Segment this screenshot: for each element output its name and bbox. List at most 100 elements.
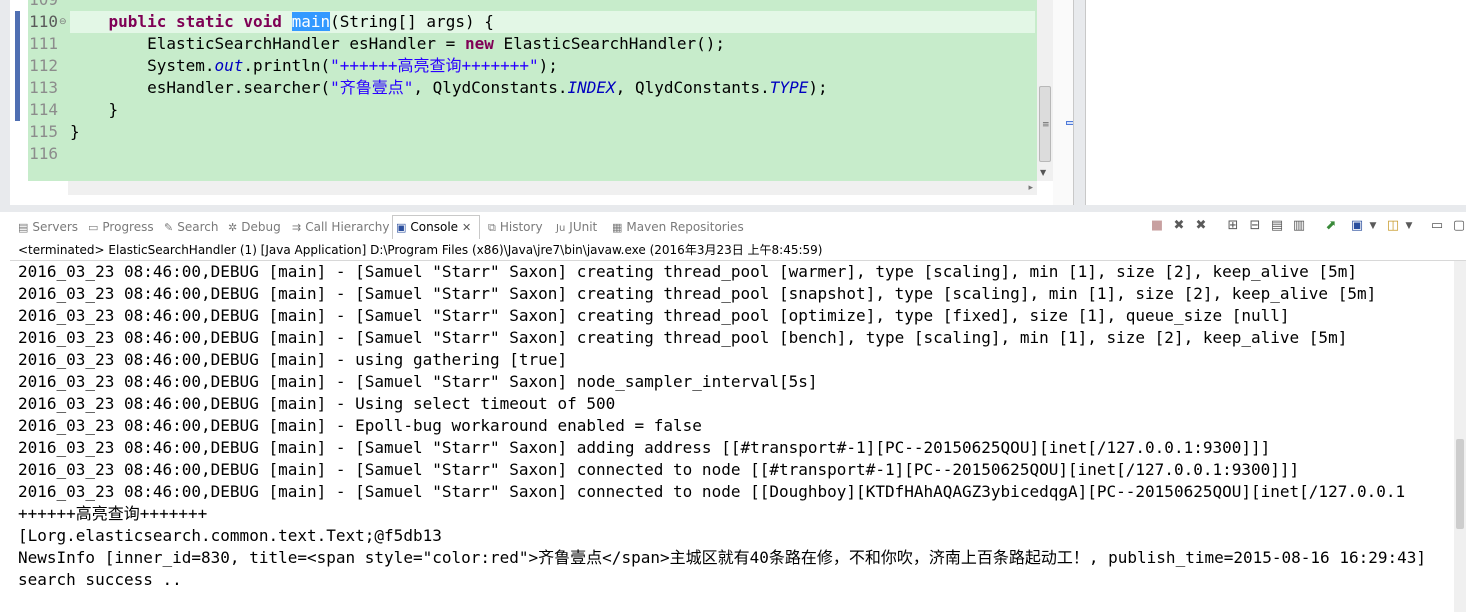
code-text: , QlydConstants.	[615, 78, 770, 97]
tab-label: Console	[410, 220, 459, 234]
tab-debug[interactable]: ✲ Debug	[228, 218, 281, 236]
show-stdout-icon[interactable]: ▤	[1268, 217, 1286, 235]
remove-all-icon[interactable]: ✖	[1192, 217, 1210, 235]
tab-label: JUnit	[569, 220, 598, 234]
code-text: System.	[70, 56, 215, 75]
tab-history[interactable]: ⧉ History	[488, 218, 543, 236]
bottom-view-tabs: ▤ Servers ▭ Progress ✎ Search ✲ Debug ⇉ Call …	[10, 214, 1466, 240]
console-line: 2016_03_23 08:46:00,DEBUG [main] - [Samu…	[18, 284, 1377, 303]
java-editor[interactable]: 109 110 ⊖ 111 112 113 114 115 116 public…	[10, 0, 1074, 205]
console-line: 2016_03_23 08:46:00,DEBUG [main] - [Samu…	[18, 372, 818, 391]
console-output[interactable]: 2016_03_23 08:46:00,DEBUG [main] - [Samu…	[10, 260, 1466, 612]
code-string: "齐鲁壹点"	[330, 78, 414, 97]
code-line: ElasticSearchHandler esHandler = new Ela…	[70, 33, 725, 55]
grip-icon: ≡	[1042, 120, 1050, 130]
code-line: }	[70, 100, 119, 119]
progress-icon: ▭	[88, 221, 99, 234]
console-line: 2016_03_23 08:46:00,DEBUG [main] - [Samu…	[18, 306, 1290, 325]
line-number: 116	[29, 144, 58, 163]
fold-collapse-icon[interactable]: ⊖	[59, 17, 67, 27]
scrollbar-thumb[interactable]	[1456, 439, 1464, 529]
code-keyword: new	[464, 34, 494, 53]
remove-launch-icon[interactable]: ✖	[1170, 217, 1188, 235]
debug-icon: ✲	[228, 221, 238, 234]
annotation-ruler	[10, 0, 28, 195]
code-text: ElasticSearchHandler esHandler =	[70, 34, 465, 53]
search-icon: ✎	[164, 221, 174, 234]
tab-search[interactable]: ✎ Search	[164, 218, 218, 236]
change-marker	[15, 11, 20, 33]
tab-progress[interactable]: ▭ Progress	[88, 218, 154, 236]
tab-label: Maven Repositories	[626, 220, 744, 234]
scroll-down-arrow-icon[interactable]: ▼	[1040, 168, 1046, 178]
code-line: esHandler.searcher("齐鲁壹点" , QlydConstants…	[70, 77, 828, 99]
scroll-right-arrow-icon[interactable]: ▸	[1028, 182, 1033, 194]
tab-label: Call Hierarchy	[305, 220, 390, 234]
console-icon: ▣	[396, 221, 407, 234]
chevron-down-icon[interactable]: ▼	[1364, 217, 1382, 235]
console-line: 2016_03_23 08:46:00,DEBUG [main] - Using…	[18, 394, 616, 413]
code-keyword: public static void	[108, 12, 292, 31]
editor-vertical-scrollbar[interactable]: ≡ ▼	[1037, 0, 1053, 181]
scrollbar-thumb[interactable]: ≡	[1039, 86, 1051, 162]
code-static-field: INDEX	[567, 78, 616, 97]
maximize-icon[interactable]: ▢	[1450, 217, 1466, 235]
editor-area: 109 110 ⊖ 111 112 113 114 115 116 public…	[0, 0, 1466, 212]
show-stderr-icon[interactable]: ▥	[1290, 217, 1308, 235]
tab-servers[interactable]: ▤ Servers	[18, 218, 78, 236]
code-text: (String[] args) {	[330, 12, 494, 31]
console-line: 2016_03_23 08:46:00,DEBUG [main] - [Samu…	[18, 460, 1300, 479]
code-text: );	[538, 56, 558, 75]
editor-horizontal-scrollbar[interactable]: ▸	[68, 181, 1037, 195]
code-static-field: out	[214, 56, 244, 75]
console-line: 2016_03_23 08:46:00,DEBUG [main] - [Samu…	[18, 262, 1357, 281]
terminate-icon[interactable]: ■	[1148, 217, 1166, 235]
console-line: 2016_03_23 08:46:00,DEBUG [main] - [Samu…	[18, 328, 1348, 347]
history-icon: ⧉	[488, 221, 496, 234]
code-text: esHandler.searcher(	[70, 78, 331, 97]
close-tab-icon[interactable]: ✕	[462, 221, 471, 234]
tab-label: Progress	[102, 220, 154, 234]
overview-marker[interactable]	[1066, 121, 1073, 125]
tab-call-hierarchy[interactable]: ⇉ Call Hierarchy	[292, 218, 389, 236]
scroll-lock-icon[interactable]: ⊞	[1224, 217, 1242, 235]
outline-panel	[1085, 0, 1466, 205]
pin-console-icon[interactable]: ⬈	[1322, 217, 1340, 235]
change-marker	[15, 55, 20, 77]
code-string: "++++++高亮查询+++++++"	[330, 56, 539, 75]
code-line: }	[70, 122, 80, 141]
tab-label: History	[499, 220, 543, 234]
console-line: 2016_03_23 08:46:00,DEBUG [main] - [Samu…	[18, 438, 1271, 457]
code-line: public static void main(String[] args) {	[70, 11, 1035, 33]
line-number: 113	[29, 78, 58, 97]
chevron-down-icon[interactable]: ▼	[1400, 217, 1418, 235]
code-text: ElasticSearchHandler();	[493, 34, 726, 53]
line-number: 114	[29, 100, 58, 119]
code-line: System.out.println("++++++高亮查询+++++++");	[70, 55, 558, 77]
tab-label: Debug	[241, 220, 281, 234]
word-wrap-icon[interactable]: ⊟	[1246, 217, 1264, 235]
change-marker	[15, 99, 20, 121]
line-number: 111	[29, 34, 58, 53]
line-number: 112	[29, 56, 58, 75]
tab-console[interactable]: ▣ Console ✕	[396, 218, 471, 236]
code-text-area[interactable]: public static void main(String[] args) {…	[68, 0, 1037, 181]
console-process-status: <terminated> ElasticSearchHandler (1) [J…	[18, 243, 823, 257]
tab-maven-repositories[interactable]: ▦ Maven Repositories	[612, 218, 744, 236]
code-static-field: TYPE	[769, 78, 809, 97]
console-line: ++++++高亮查询+++++++	[18, 504, 208, 523]
console-vertical-scrollbar[interactable]	[1454, 261, 1466, 612]
console-line: search success ..	[18, 570, 182, 589]
console-line: 2016_03_23 08:46:00,DEBUG [main] - Epoll…	[18, 416, 702, 435]
tab-junit[interactable]: Ju JUnit	[556, 218, 597, 236]
tab-label: Servers	[32, 220, 79, 234]
line-number: 110	[29, 12, 58, 31]
console-line: 2016_03_23 08:46:00,DEBUG [main] - using…	[18, 350, 568, 369]
overview-ruler[interactable]	[1053, 0, 1073, 205]
change-marker	[15, 77, 20, 99]
code-text: );	[808, 78, 828, 97]
minimize-icon[interactable]: ▭	[1428, 217, 1446, 235]
maven-repositories-icon: ▦	[612, 221, 623, 234]
selected-text: main	[291, 12, 331, 31]
junit-icon: Ju	[556, 223, 566, 234]
